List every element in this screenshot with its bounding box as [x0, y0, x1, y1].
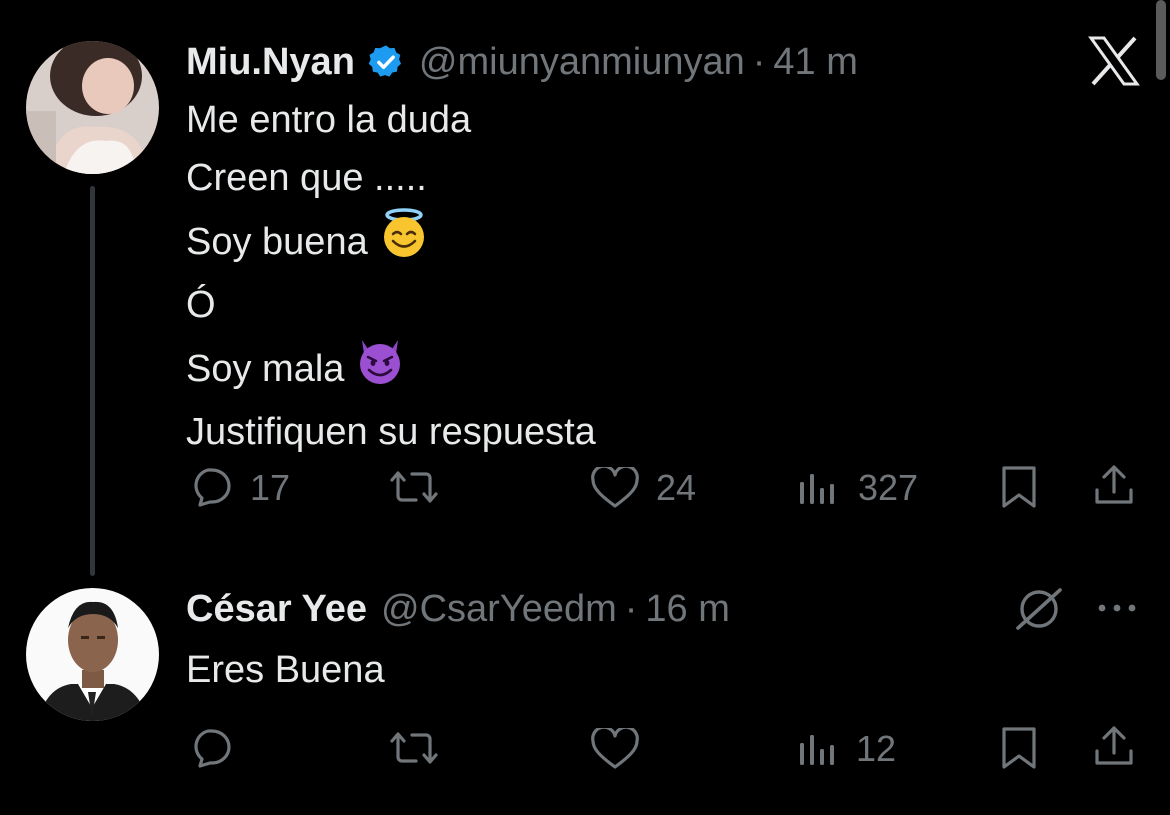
tweet-line-with-emoji: Soy mala [186, 334, 1086, 403]
like-count: 24 [656, 467, 697, 508]
avatar-miu-nyan[interactable] [26, 41, 159, 174]
reply-count: 17 [250, 467, 291, 508]
smiling-face-with-halo-icon [378, 207, 430, 276]
views-count: 12 [856, 728, 897, 769]
separator-dot: · [752, 40, 766, 83]
share-icon[interactable] [1093, 723, 1135, 769]
author-handle[interactable]: @miunyanmiunyan [419, 41, 745, 84]
smiling-face-with-horns-icon [354, 334, 406, 403]
separator-dot: · [624, 587, 638, 630]
tweet-line: Soy buena [186, 220, 368, 263]
share-icon[interactable] [1093, 462, 1135, 508]
like-icon[interactable] [590, 467, 640, 509]
avatar-cesar-yee[interactable] [26, 588, 159, 721]
tweet-line: Soy mala [186, 347, 345, 390]
author-name[interactable]: Miu.Nyan [186, 41, 355, 84]
like-icon[interactable] [590, 728, 640, 770]
x-logo-icon[interactable] [1088, 36, 1140, 86]
views-count: 327 [858, 467, 919, 508]
bookmark-icon[interactable] [1000, 464, 1038, 510]
scrollbar[interactable] [1156, 0, 1166, 80]
grok-icon[interactable] [1014, 586, 1064, 632]
tweet-text: Me entro la duda Creen que ..... Soy bue… [186, 91, 1086, 461]
tweet-header: Miu.Nyan @miunyanmiunyan · 41 m [186, 38, 858, 86]
reply-icon[interactable] [188, 467, 232, 507]
views-icon[interactable] [798, 472, 838, 506]
reply-author-name[interactable]: César Yee [186, 588, 367, 631]
reply-author-handle[interactable]: @CsarYeedm [381, 588, 617, 631]
tweet-time[interactable]: 41 m [773, 41, 857, 84]
repost-icon[interactable] [386, 468, 442, 506]
reply-icon[interactable] [188, 728, 232, 768]
repost-icon[interactable] [386, 729, 442, 767]
tweet-line: Justifiquen su respuesta [186, 411, 596, 453]
tweet-line: Ó [186, 284, 216, 326]
tweet-line-with-emoji: Soy buena [186, 207, 1086, 276]
tweet-line: Me entro la duda [186, 99, 472, 141]
reply-time[interactable]: 16 m [645, 588, 729, 631]
bookmark-icon[interactable] [1000, 725, 1038, 771]
reply-text: Eres Buena [186, 649, 385, 691]
views-icon[interactable] [798, 733, 838, 767]
thread-connector-line [90, 186, 95, 576]
tweet-line: Creen que ..... [186, 157, 427, 199]
verified-badge-icon [367, 43, 405, 81]
reply-header: César Yee @CsarYeedm · 16 m [186, 585, 730, 633]
more-icon[interactable] [1096, 598, 1138, 618]
